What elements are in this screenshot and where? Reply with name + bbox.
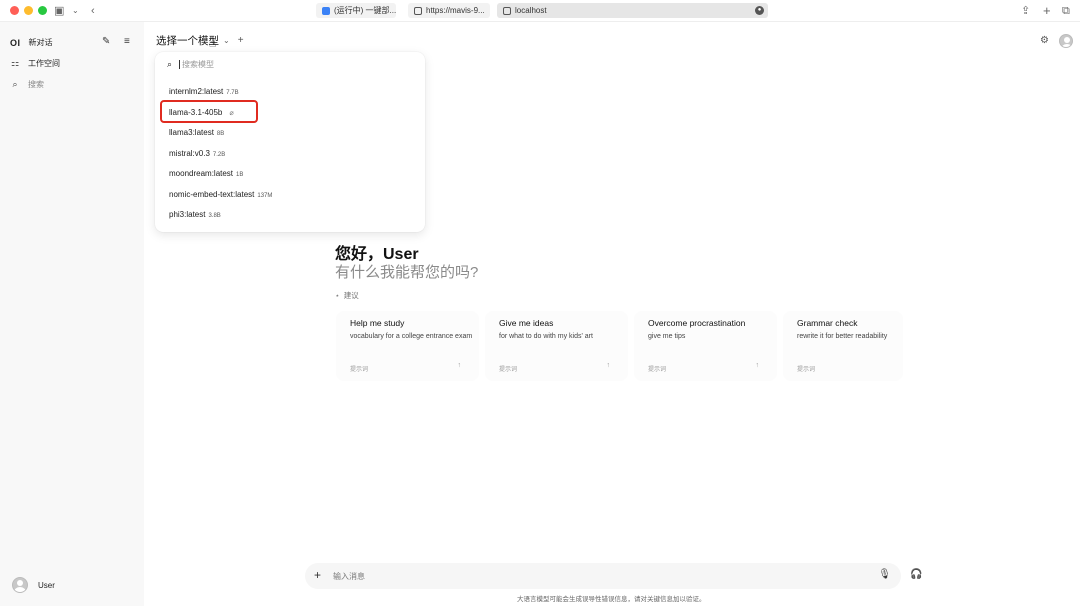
card-desc: give me tips [648,333,686,340]
card-title: Overcome procrastination [648,318,746,328]
footer-disclaimer: 大语言模型可能会生成误导性错误信息，请对关键信息加以验证。 [517,596,706,603]
model-size: 7.2B [212,152,226,158]
headphones-icon[interactable]: 🎧 [910,569,922,580]
model-name: moondream:latest [169,169,234,178]
card-title: Give me ideas [499,318,554,328]
close-window-button[interactable] [10,6,19,15]
user-name: User [38,580,55,590]
plus-icon[interactable]: + [1043,3,1051,19]
sidebar: OI 新对话 ✎ ≡ ⚏ 工作空间 ⌕ 搜索 User [0,22,144,606]
attach-plus-icon[interactable]: + [314,568,321,582]
suggestion-card[interactable]: Help me study vocabulary for a college e… [336,311,479,381]
card-title: Help me study [350,318,405,328]
highlight-box [160,100,258,123]
suggestion-card[interactable]: Give me ideas for what to do with my kid… [485,311,628,381]
browser-chrome: ▣ ⌄ ‹ (运行中) 一键部... https://mavis-9... lo… [0,0,1080,22]
model-size: 8B [216,131,225,137]
workspace-label: 工作空间 [28,59,60,68]
minimize-window-button[interactable] [24,6,33,15]
model-option-moondream[interactable]: moondream:latest 1B [169,169,243,178]
card-foot: 提示词 [648,367,667,373]
tab-title: localhost [515,6,547,15]
window-controls [10,6,47,15]
tab-favicon-icon [322,6,330,15]
card-desc: for what to do with my kids' art [499,333,593,340]
model-option-llama3[interactable]: llama3:latest 8B [169,128,224,137]
model-option-mistral[interactable]: mistral:v0.3 7.2B [169,149,225,158]
microphone-icon[interactable]: 🎙 [878,569,891,580]
chevron-left-icon[interactable]: ‹ [91,3,95,19]
controls-sliders-icon[interactable]: ⚙ [1040,35,1049,46]
sidebar-item-workspace[interactable]: ⚏ 工作空间 [10,58,60,69]
tab-overview-icon[interactable]: ⧉ [1062,3,1070,19]
chevron-down-icon[interactable]: ⌄ [72,3,79,19]
model-option-internlm2[interactable]: internlm2:latest 7.7B [169,87,239,96]
card-title: Grammar check [797,318,858,328]
sidebar-item-search[interactable]: ⌕ 搜索 [10,79,44,90]
tab-title: (运行中) 一键部... [334,6,396,15]
search-icon: ⌕ [12,79,18,89]
message-input-bar: + 输入消息 🎙 [305,563,901,589]
tab-favicon-icon [414,6,422,15]
suggestions-text: 建议 [343,291,359,300]
model-size: 3.8B [208,213,221,219]
sidebar-toggle-icon[interactable]: ▣ [54,3,64,19]
spark-icon: ⋆ [335,291,340,300]
greeting-subtitle: 有什么我能帮您的吗? [335,264,479,281]
suggestions-label: ⋆ 建议 [335,290,359,301]
card-desc: rewrite it for better readability [797,333,888,340]
model-size: 137M [257,193,273,199]
card-foot: 提示词 [499,367,518,373]
app-window: ▣ ⌄ ‹ (运行中) 一键部... https://mavis-9... lo… [0,0,1080,606]
model-name: phi3:latest [169,210,206,219]
tab-title: https://mavis-9... [426,6,485,15]
model-size: 7.7B [226,90,239,96]
model-name: nomic-embed-text:latest [169,190,255,199]
user-profile[interactable]: User [12,577,55,593]
suggestion-card[interactable]: Grammar check rewrite it for better read… [783,311,903,381]
sidebar-new-chat[interactable]: OI 新对话 [10,37,53,48]
app-logo: OI [10,37,21,48]
maximize-window-button[interactable] [38,6,47,15]
model-search-input[interactable]: 搜索模型 [182,59,214,70]
message-input[interactable]: 输入消息 [333,571,365,582]
grid-icon: ⚏ [10,58,20,68]
chevron-down-icon: ⌄ [223,36,230,45]
tab-localhost[interactable]: localhost ● [497,3,768,18]
menu-lines-icon[interactable]: ≡ [124,36,130,47]
model-name: internlm2:latest [169,87,224,96]
tab-close-icon[interactable]: ● [755,6,764,15]
arrow-up-icon: ↑ [457,362,462,369]
tab-favicon-icon [503,6,511,15]
search-label: 搜索 [28,80,44,89]
model-size: 1B [236,172,244,178]
tab-mavis[interactable]: https://mavis-9... [408,3,490,18]
arrow-up-icon: ↑ [755,362,760,369]
model-name: llama3:latest [169,128,214,137]
search-icon: ⌕ [167,59,173,69]
mouse-cursor-icon: ☝ [209,36,217,50]
card-foot: 提示词 [797,367,816,373]
model-option-phi3[interactable]: phi3:latest 3.8B [169,210,221,219]
header-avatar[interactable] [1059,34,1073,48]
model-option-nomic-embed-text[interactable]: nomic-embed-text:latest 137M [169,190,272,199]
new-chat-edit-icon[interactable]: ✎ [102,36,110,47]
avatar [12,577,28,593]
text-caret [179,60,181,69]
card-desc: vocabulary for a college entrance exam [350,333,473,340]
model-name: mistral:v0.3 [169,149,210,158]
model-dropdown: ⌕ 搜索模型 internlm2:latest 7.7B llama-3.1-4… [155,52,425,232]
model-selector[interactable]: 选择一个模型 ⌄ + [156,33,244,48]
new-chat-label: 新对话 [28,38,53,47]
share-icon[interactable]: ⇪ [1021,3,1030,19]
add-model-icon[interactable]: + [238,35,244,46]
tab-running[interactable]: (运行中) 一键部... [316,3,396,18]
arrow-up-icon: ↑ [606,362,611,369]
model-search[interactable]: ⌕ 搜索模型 [167,59,214,70]
suggestion-card[interactable]: Overcome procrastination give me tips 提示… [634,311,777,381]
card-foot: 提示词 [350,367,369,373]
